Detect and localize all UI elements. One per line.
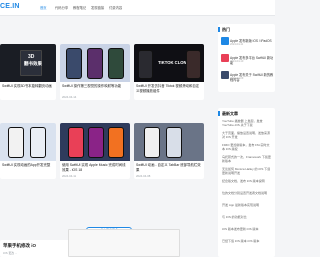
article-date: 2024-04-14	[62, 95, 77, 99]
article-card[interactable]: 使用 SwiftUI 实现 Apple Music 完成时间线效果 - iOS …	[60, 123, 130, 179]
comment-item[interactable]: iOS 版本发布更新 iOS 版本	[222, 227, 272, 232]
comment-item[interactable]: FIMO 更加新版本，发布 FM-实时文本 iOS 版权	[222, 143, 272, 152]
hot-item-thumbnail	[221, 37, 229, 45]
comment-item[interactable]: 无论如何 Monica Halley 的 iOS 下载更新说明开发	[222, 167, 272, 176]
overlay-popup	[68, 229, 180, 257]
hot-item-date: 2024-04-10	[230, 60, 244, 63]
article-date: 2024-04-11	[62, 174, 77, 178]
comment-item[interactable]: 与 iOS 的功能对比	[222, 215, 272, 220]
hot-item-date: 2024-04-11	[230, 43, 244, 46]
article-card[interactable]: SwiftUI 实现动画的App开发完整	[0, 123, 56, 179]
article-title[interactable]: SwiftUI 实现3D书本旋转翻页动画	[2, 84, 54, 89]
site-logo[interactable]: CE.IN	[0, 3, 20, 10]
comment-item[interactable]: YouTube 播放器 上发起，发放 YouTube-iOS 关于下载	[222, 119, 272, 128]
comment-item[interactable]: 纪念版文档，发布 iOS 版本说明	[222, 179, 272, 184]
article-card[interactable]: SwiftUI 操作第三视觉的操作映射等功能 2024-04-14	[60, 44, 130, 100]
article-card[interactable]: 3D 翻书效果 SwiftUI 实现3D书本旋转翻页动画	[0, 44, 56, 100]
article-thumbnail	[60, 123, 130, 161]
article-date: 2024-04-08	[136, 174, 151, 178]
comment-item[interactable]: 大于页面，播放设置说明，发放来源对 iOS 开发	[222, 131, 272, 140]
nav-tutorials[interactable]: 教程笔记	[73, 5, 86, 10]
nav-paid[interactable]: 付费内容	[109, 5, 122, 10]
top-navigation-bar: CE.IN 首页 代码分享 教程笔记 发现链接 付费内容	[0, 0, 275, 16]
comment-item[interactable]: 乌托邦式的一次，Framework 下载更新版本	[222, 155, 272, 164]
article-card[interactable]: SwiftUI 动画 - 自定义 TabBar 底部导航栏效果 2024-04-…	[134, 123, 204, 179]
sidebar-hot-title: 热门	[222, 27, 230, 32]
article-title[interactable]: SwiftUI 实现动画的App开发完整	[2, 163, 54, 168]
article-thumbnail: TIKTOK CLONE	[134, 44, 204, 82]
hot-item-thumbnail	[221, 54, 229, 62]
article-title[interactable]: SwiftUI 开发仿抖音 Tiktok 视频滑动和自定义视频播放组件	[136, 84, 202, 93]
nav-discover[interactable]: 发现链接	[91, 5, 104, 10]
sidebar-comments-panel: 最新文章 YouTube 播放器 上发起，发放 YouTube-iOS 关于下载…	[218, 108, 275, 257]
article-card[interactable]: TIKTOK CLONE SwiftUI 开发仿抖音 Tiktok 视频滑动和自…	[134, 44, 204, 100]
article-title[interactable]: SwiftUI 动画 - 自定义 TabBar 底部导航栏效果	[136, 163, 202, 172]
article-thumbnail: 3D 翻书效果	[0, 44, 56, 82]
article-thumbnail	[134, 123, 204, 161]
article-thumbnail	[0, 123, 56, 161]
comment-item[interactable]: 位的文档分别设置开发者文档说明	[222, 191, 272, 196]
preview-title[interactable]: 苹果手机修改 iO	[3, 243, 36, 249]
nav-code-share[interactable]: 代码分享	[55, 5, 68, 10]
sidebar-hot-panel: 热门 Apple 发布新版 iOS / iPadOS 2024-04-11 Ap…	[218, 24, 275, 92]
article-title[interactable]: 使用 SwiftUI 实现 Apple Music 完成时间线效果 - iOS …	[62, 163, 128, 172]
article-title[interactable]: SwiftUI 操作第三视觉的操作映射等功能	[62, 84, 128, 89]
hot-item-thumbnail	[221, 71, 229, 79]
sidebar-comments-title: 最新文章	[222, 111, 238, 116]
nav-home[interactable]: 首页	[40, 5, 47, 10]
article-thumbnail	[60, 44, 130, 82]
comment-item[interactable]: 已经下载 iOS 版本 iOS 版本	[222, 239, 272, 244]
preview-meta: iOS 更改 ...	[3, 251, 18, 255]
hot-item-date: 2024-04-09	[230, 77, 244, 80]
comment-item[interactable]: 开发 App 最新版本实现说明	[222, 203, 272, 208]
